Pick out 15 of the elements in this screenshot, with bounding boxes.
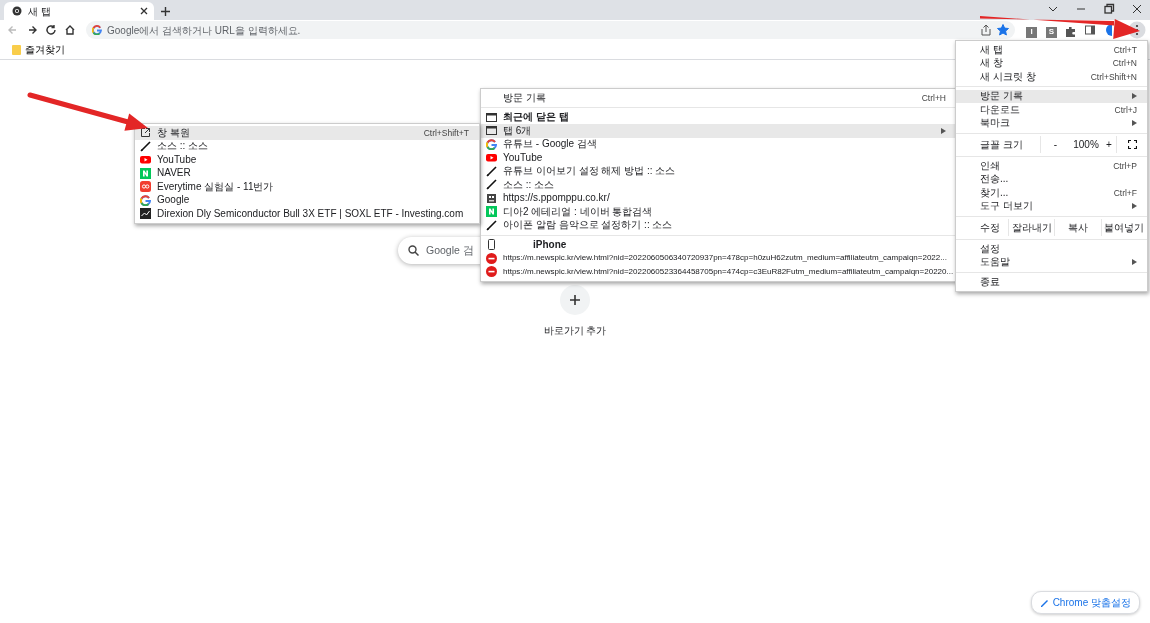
shortcut-label: Ctrl+Shift+N (1090, 72, 1137, 81)
zoom-level: 100% (1072, 138, 1100, 152)
shortcut-label: Ctrl+F (1113, 188, 1137, 197)
shortcut-label: Ctrl+J (1114, 105, 1137, 114)
tab-title: 새 탭 (28, 4, 52, 19)
menu-label: 글꼴 크기 (979, 138, 1024, 152)
shortcut-label: Ctrl+Shift+T (423, 128, 469, 137)
section-heading: 최근에 닫은 탭 (481, 110, 956, 124)
shortcut-label: 바로가기 추가 (543, 324, 607, 338)
menu-label: 수정 (979, 221, 1001, 235)
shortcut-label: Ctrl+N (1112, 59, 1137, 68)
shortcut-label: Ctrl+T (1113, 45, 1137, 54)
device-name: iPhone (481, 238, 956, 252)
shortcut-label: Ctrl+P (1113, 161, 1137, 170)
shortcut-label: Ctrl+H (921, 93, 946, 102)
